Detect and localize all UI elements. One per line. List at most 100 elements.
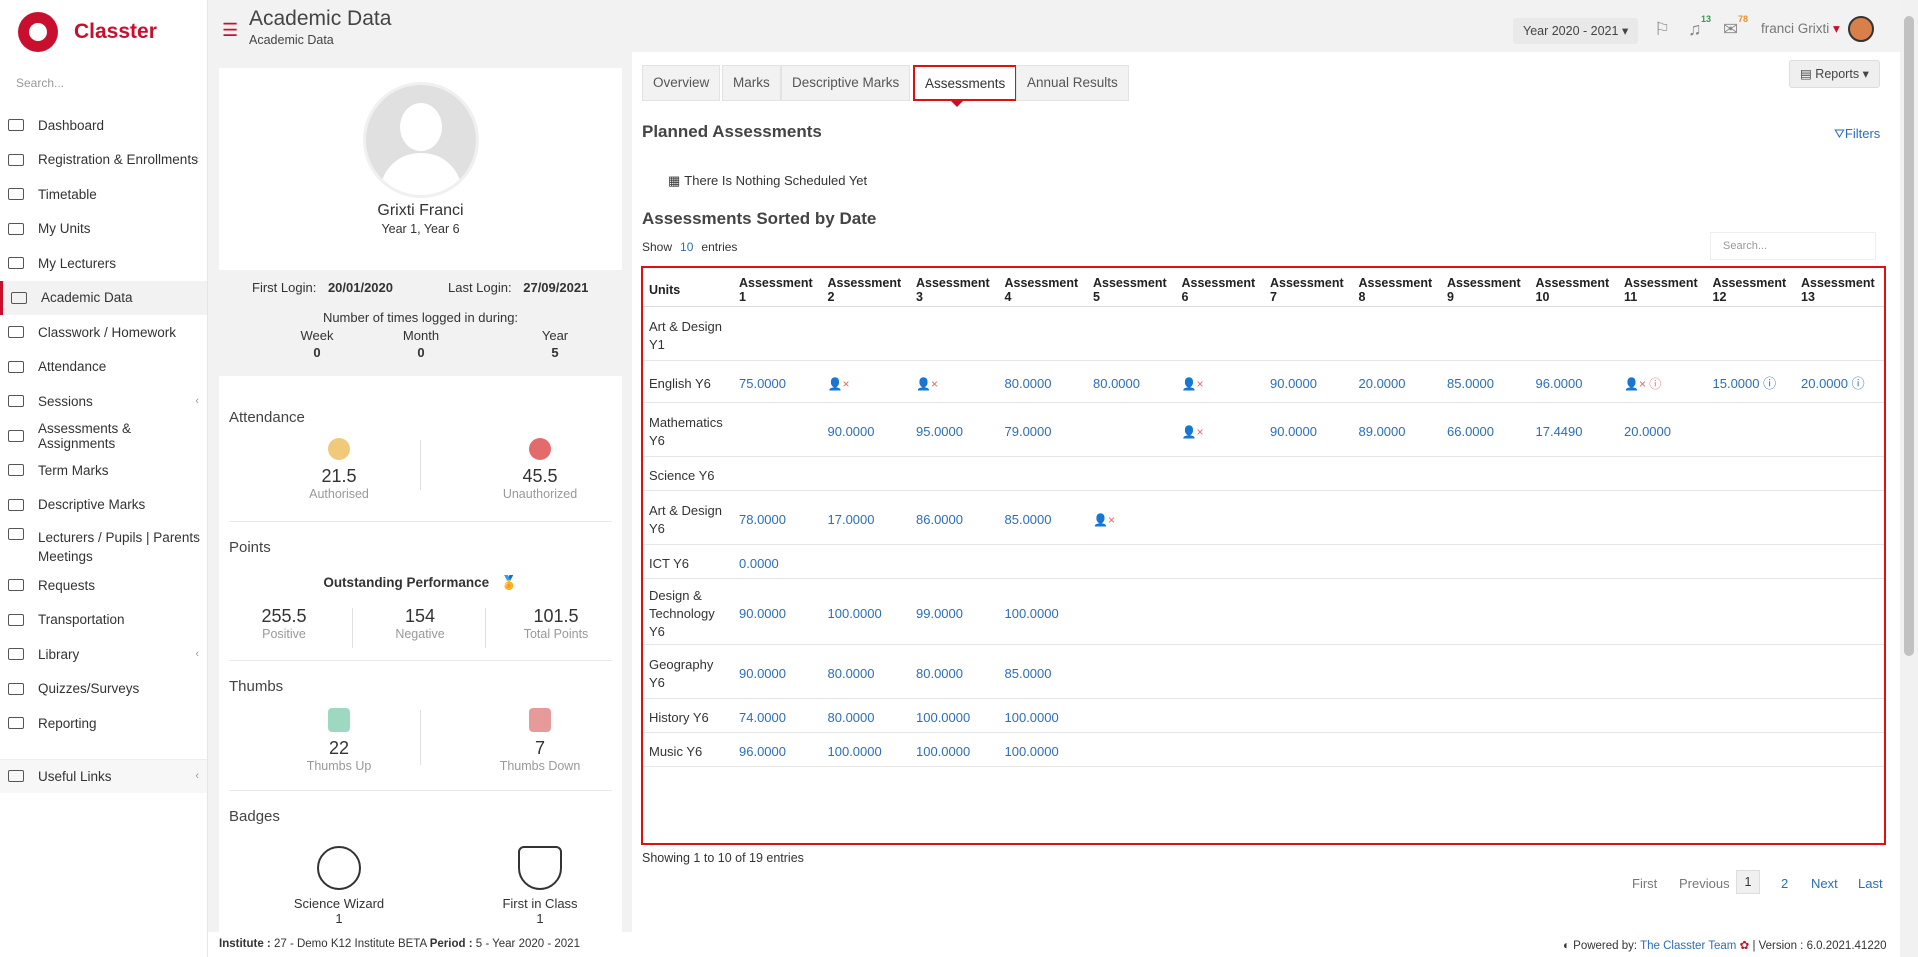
assessment-column-header[interactable]: Assessment 10 [1529, 272, 1618, 307]
assessment-cell[interactable]: 100.0000 [821, 583, 910, 645]
assessment-cell[interactable]: 17.0000 [821, 495, 910, 545]
assessment-cell[interactable]: 78.0000 [733, 495, 822, 545]
year-selector[interactable]: Year 2020 - 2021 ▾ [1513, 18, 1639, 44]
tab-overview[interactable]: Overview [642, 65, 721, 101]
assessment-cell[interactable]: 100.0000 [998, 703, 1087, 733]
assessment-column-header[interactable]: Assessment 7 [1264, 272, 1353, 307]
assessment-cell[interactable]: 100.0000 [910, 737, 999, 767]
assessment-column-header[interactable]: Assessment 13 [1795, 272, 1884, 307]
assessment-cell[interactable]: 95.0000 [910, 407, 999, 457]
pager-previous[interactable]: Previous [1679, 876, 1730, 891]
sidebar-item-5[interactable]: Academic Data [0, 280, 207, 315]
mail-icon[interactable]: ✉ [1723, 19, 1738, 40]
absent-user-icon[interactable]: 👤× ⓘ [1624, 377, 1661, 391]
sidebar-item-16[interactable]: Quizzes/Surveys [0, 672, 207, 707]
assessment-cell[interactable]: 80.0000 [910, 649, 999, 699]
assessment-cell[interactable]: 96.0000 [1529, 365, 1618, 403]
assessment-cell[interactable]: 👤× ⓘ [1618, 365, 1707, 403]
assessment-cell[interactable]: 85.0000 [998, 495, 1087, 545]
absent-user-icon[interactable]: 👤× [1093, 513, 1115, 527]
assessment-cell[interactable]: 👤× [1175, 365, 1264, 403]
assessment-column-header[interactable]: Assessment 2 [821, 272, 910, 307]
pager-last[interactable]: Last [1858, 876, 1883, 891]
sidebar-item-15[interactable]: Library ‹ [0, 637, 207, 672]
assessment-cell[interactable]: 👤× [1087, 495, 1176, 545]
sidebar-item-12[interactable]: Lecturers / Pupils | Parents Meetings ‹ [0, 522, 207, 568]
sidebar-item-4[interactable]: My Lecturers [0, 246, 207, 281]
assessment-cell[interactable]: 90.0000 [733, 649, 822, 699]
pager-next[interactable]: Next [1811, 876, 1838, 891]
assessment-cell[interactable]: 86.0000 [910, 495, 999, 545]
assessment-column-header[interactable]: Assessment 12 [1706, 272, 1795, 307]
assessment-cell[interactable]: 96.0000 [733, 737, 822, 767]
sidebar-item-6[interactable]: Classwork / Homework [0, 315, 207, 350]
assessment-column-header[interactable]: Assessment 4 [998, 272, 1087, 307]
units-column-header[interactable]: Units [643, 272, 733, 307]
sidebar-item-17[interactable]: Reporting [0, 706, 207, 741]
assessment-cell[interactable]: 20.0000 [1618, 407, 1707, 457]
tab-assessments[interactable]: Assessments [913, 65, 1018, 107]
sidebar-item-11[interactable]: Descriptive Marks [0, 488, 207, 523]
reports-button[interactable]: ▤ Reports ▾ [1789, 60, 1880, 88]
assessment-cell[interactable]: 80.0000 [1087, 365, 1176, 403]
filters-link[interactable]: ⛛Filters [1834, 126, 1880, 142]
user-menu[interactable]: franci Grixti ▾ [1761, 21, 1840, 37]
flag-icon[interactable]: ⚐ [1654, 19, 1670, 40]
sidebar-search-input[interactable]: Search... [0, 64, 207, 108]
assessment-cell[interactable]: 90.0000 [1264, 407, 1353, 457]
assessment-cell[interactable]: 👤× [1175, 407, 1264, 457]
absent-user-icon[interactable]: 👤× [1182, 377, 1204, 391]
assessment-cell[interactable]: 75.0000 [733, 365, 822, 403]
table-search-input[interactable]: Search... [1710, 232, 1876, 260]
assessment-cell[interactable]: 90.0000 [1264, 365, 1353, 403]
assessment-cell[interactable]: 100.0000 [821, 737, 910, 767]
sidebar-item-7[interactable]: Attendance [0, 350, 207, 385]
assessment-cell[interactable]: 80.0000 [998, 365, 1087, 403]
assessment-cell[interactable]: 89.0000 [1352, 407, 1441, 457]
pager-page-1[interactable]: 1 [1736, 870, 1760, 894]
assessment-column-header[interactable]: Assessment 3 [910, 272, 999, 307]
assessment-cell[interactable]: 85.0000 [998, 649, 1087, 699]
user-avatar[interactable] [1848, 16, 1874, 42]
assessment-column-header[interactable]: Assessment 9 [1441, 272, 1530, 307]
hamburger-menu-icon[interactable]: ☰ [222, 20, 238, 41]
assessment-cell[interactable]: 74.0000 [733, 703, 822, 733]
assessment-cell[interactable]: 100.0000 [910, 703, 999, 733]
assessment-cell[interactable]: 17.4490 [1529, 407, 1618, 457]
assessment-cell[interactable]: 20.0000 ⓘ [1795, 365, 1884, 403]
tab-descriptive-marks[interactable]: Descriptive Marks [781, 65, 911, 101]
sidebar-item-13[interactable]: Requests [0, 568, 207, 603]
sidebar-item-1[interactable]: Registration & Enrollments ‹ [0, 143, 207, 178]
assessment-column-header[interactable]: Assessment 5 [1087, 272, 1176, 307]
sidebar-item-useful-links[interactable]: Useful Links ‹ [0, 758, 207, 793]
sidebar-item-10[interactable]: Term Marks [0, 453, 207, 488]
assessment-cell[interactable]: 66.0000 [1441, 407, 1530, 457]
sidebar-item-3[interactable]: My Units [0, 212, 207, 247]
entries-count-select[interactable]: 10 [680, 240, 693, 254]
assessment-cell[interactable]: 👤× [910, 365, 999, 403]
assessment-cell[interactable]: 90.0000 [821, 407, 910, 457]
assessment-column-header[interactable]: Assessment 11 [1618, 272, 1707, 307]
sidebar-item-0[interactable]: Dashboard [0, 108, 207, 143]
assessment-cell[interactable]: 100.0000 [998, 737, 1087, 767]
assessment-cell[interactable]: 80.0000 [821, 649, 910, 699]
assessment-cell[interactable]: 85.0000 [1441, 365, 1530, 403]
scrollbar-thumb[interactable] [1904, 16, 1914, 656]
assessment-cell[interactable]: 90.0000 [733, 583, 822, 645]
assessment-cell[interactable]: 79.0000 [998, 407, 1087, 457]
assessment-column-header[interactable]: Assessment 8 [1352, 272, 1441, 307]
assessment-cell[interactable]: 0.0000 [733, 549, 822, 579]
sidebar-item-8[interactable]: Sessions ‹ [0, 384, 207, 419]
classter-team-link[interactable]: The Classter Team [1640, 940, 1736, 952]
page-scrollbar[interactable] [1900, 0, 1918, 957]
absent-user-icon[interactable]: 👤× [828, 377, 850, 391]
pager-page-2[interactable]: 2 [1781, 876, 1788, 891]
assessment-column-header[interactable]: Assessment 1 [733, 272, 822, 307]
tab-annual-results[interactable]: Annual Results [1016, 65, 1129, 101]
assessment-cell[interactable]: 👤× [821, 365, 910, 403]
assessment-cell[interactable]: 20.0000 [1352, 365, 1441, 403]
tab-marks[interactable]: Marks [722, 65, 781, 101]
sidebar-item-2[interactable]: Timetable [0, 177, 207, 212]
absent-user-icon[interactable]: 👤× [916, 377, 938, 391]
assessment-cell[interactable]: 99.0000 [910, 583, 999, 645]
